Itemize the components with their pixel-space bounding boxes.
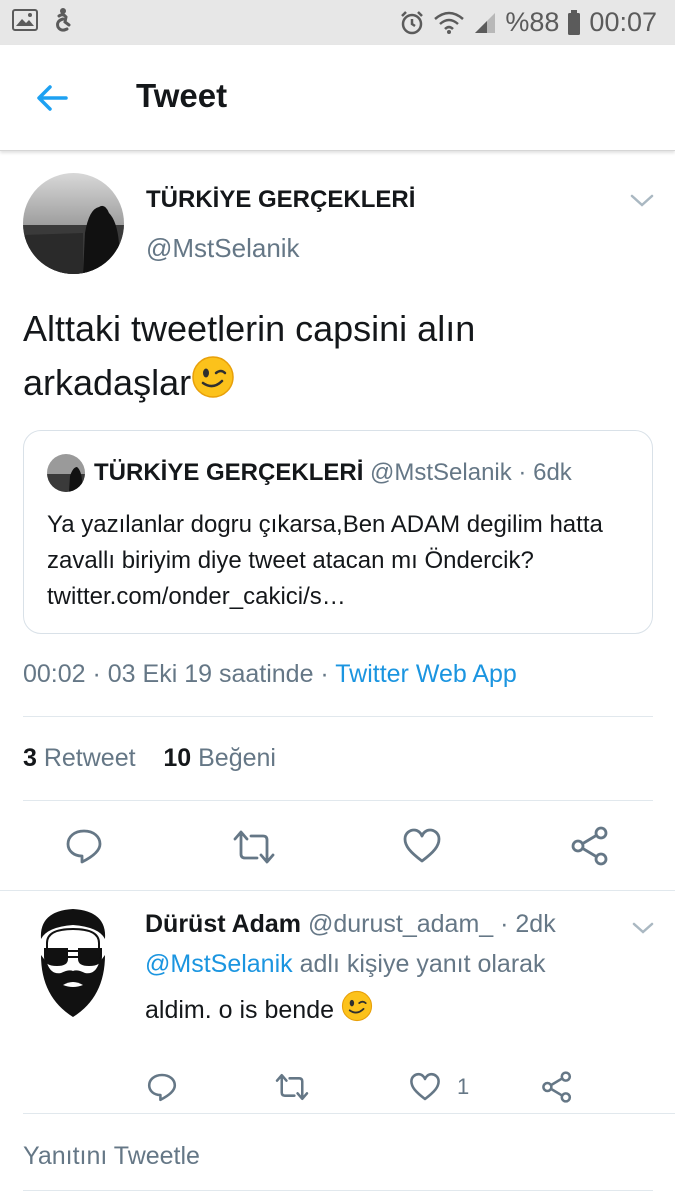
retweet-count: 3 [23, 744, 37, 772]
reply-icon [66, 829, 102, 864]
retweet-icon [233, 830, 275, 864]
divider [23, 800, 653, 801]
retweet-icon [275, 1073, 309, 1101]
wifi-icon [433, 11, 465, 35]
author-handle[interactable]: @MstSelanik [146, 233, 300, 264]
reply-header: Dürüst Adam @durust_adam_ · 2dk [145, 910, 556, 939]
share-button[interactable] [570, 826, 610, 871]
author-name[interactable]: TÜRKİYE GERÇEKLERİ [146, 186, 415, 214]
tweet-stats: 3 Retweet 10 Beğeni [23, 744, 276, 773]
quoted-tweet-header: TÜRKİYE GERÇEKLERİ @MstSelanik · 6dk [94, 459, 572, 487]
page-title: Tweet [136, 77, 228, 114]
signal-icon [473, 11, 497, 35]
divider [23, 716, 653, 717]
retweet-label: Retweet [36, 744, 136, 772]
status-right: %88 00:07 [399, 7, 657, 38]
quoted-author-meta: @MstSelanik · 6dk [363, 459, 572, 486]
reply-to-handle[interactable]: @MstSelanik [145, 950, 293, 978]
share-icon [542, 1071, 572, 1103]
reply-compose-input[interactable]: Yanıtını Tweetle [23, 1142, 623, 1171]
tweet-timestamp: 00:02 · 03 Eki 19 saatinde · [23, 660, 336, 688]
app-header: Tweet [0, 45, 675, 151]
tweet-source-link[interactable]: Twitter Web App [335, 660, 517, 688]
arrow-left-icon [37, 85, 68, 111]
reply-to-suffix: adlı kişiye yanıt olarak [292, 950, 546, 978]
like-label: Beğeni [191, 744, 276, 772]
share-icon [571, 826, 608, 866]
heart-icon [403, 828, 441, 863]
likes-stat[interactable]: 10 Beğeni [163, 744, 276, 772]
battery-icon [567, 9, 581, 36]
battery-percent: %88 [505, 7, 560, 37]
compose-underline [23, 1190, 653, 1191]
quoted-author-name: TÜRKİYE GERÇEKLERİ [94, 459, 364, 486]
reply-author-name[interactable]: Dürüst Adam [145, 910, 301, 938]
tweet-text: Alttaki tweetlerin capsini alın arkadaşl… [23, 303, 643, 413]
reply-reply-button[interactable] [146, 1071, 178, 1108]
like-count: 10 [163, 744, 192, 772]
quoted-author-avatar [47, 454, 85, 492]
reply-author-avatar[interactable] [33, 905, 113, 1020]
reply-text: aldim. o is bende [145, 990, 373, 1029]
compose-divider [23, 1113, 675, 1114]
reply-to-line: @MstSelanik adlı kişiye yanıt olarak [145, 950, 546, 979]
chevron-down-icon [630, 194, 654, 207]
reply-retweet-button[interactable] [274, 1072, 310, 1107]
status-bar: %88 00:07 [0, 0, 675, 45]
reply-button[interactable] [64, 826, 104, 871]
winking-face-emoji [191, 355, 235, 413]
quoted-tweet-text: Ya yazılanlar dogru çıkarsa,Ben ADAM deg… [47, 511, 603, 610]
accessibility-icon [52, 7, 74, 38]
reply-menu-button[interactable] [630, 917, 656, 939]
retweet-button[interactable] [232, 828, 276, 871]
chevron-down-icon [632, 922, 654, 934]
tweet-text-content: Alttaki tweetlerin capsini alın arkadaşl… [23, 308, 476, 403]
tweet-menu-button[interactable] [628, 188, 656, 212]
quoted-tweet-card[interactable]: TÜRKİYE GERÇEKLERİ @MstSelanik · 6dk Ya … [23, 430, 653, 634]
like-button[interactable] [402, 826, 442, 871]
reply-author-meta: @durust_adam_ · 2dk [301, 910, 556, 938]
reply-icon [147, 1073, 177, 1102]
retweets-stat[interactable]: 3 Retweet [23, 744, 136, 772]
tweet-timestamp-line: 00:02 · 03 Eki 19 saatinde · Twitter Web… [23, 660, 517, 689]
reply-text-content: aldim. o is bende [145, 996, 335, 1024]
status-left [12, 7, 74, 38]
clock: 00:07 [589, 7, 657, 37]
reply-share-button[interactable] [541, 1071, 573, 1108]
back-button[interactable] [32, 78, 72, 118]
reply-like-button[interactable] [409, 1071, 441, 1108]
reply-like-count: 1 [457, 1074, 470, 1099]
heart-icon [410, 1072, 440, 1101]
winking-face-emoji [341, 990, 373, 1029]
section-divider [0, 890, 675, 891]
alarm-icon [399, 10, 425, 36]
image-icon [12, 9, 38, 36]
author-avatar[interactable] [23, 173, 124, 274]
